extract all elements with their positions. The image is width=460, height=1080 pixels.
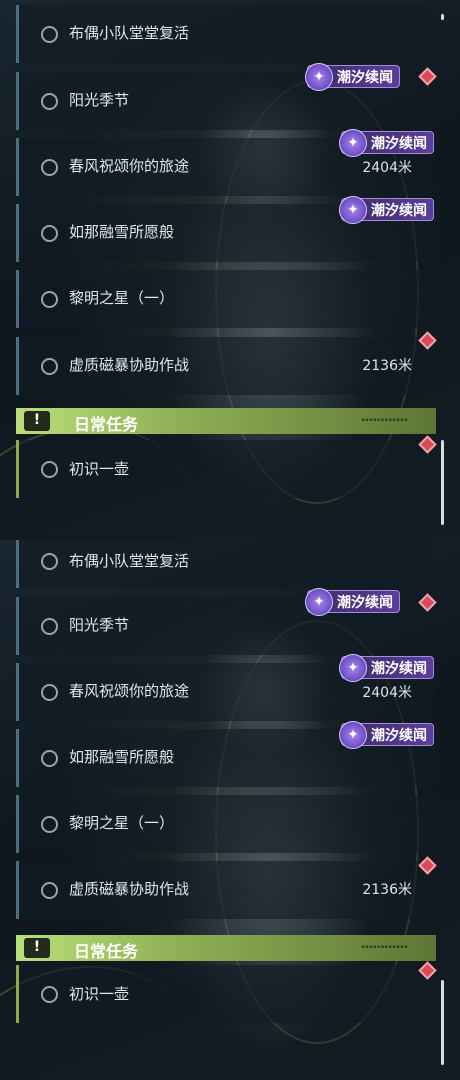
quest-title: 黎明之星（一） <box>69 289 175 307</box>
quest-title: 阳光季节 <box>69 616 130 634</box>
scrollbar-thumb[interactable] <box>441 980 444 1065</box>
badge-label: 潮汐续闻 <box>371 135 427 152</box>
exclamation-icon <box>24 411 50 431</box>
quest-title: 初识一壶 <box>69 460 130 478</box>
quest-distance: 2136米 <box>362 358 412 374</box>
quest-distance: 2404米 <box>362 685 412 701</box>
row-accent-bar <box>16 861 19 919</box>
quest-row[interactable]: 虚质磁暴协助作战 2136米 <box>16 337 436 395</box>
quest-row[interactable]: 黎明之星（一） <box>16 795 436 853</box>
scroll-track-top[interactable] <box>441 14 444 20</box>
circle-icon <box>41 816 58 833</box>
header-decoration: ▪▪▪▪▪▪▪▪▪▪▪▪ <box>361 417 408 423</box>
exclamation-icon <box>24 938 50 958</box>
circle-icon <box>41 291 58 308</box>
row-accent-bar <box>16 204 19 262</box>
quest-title: 初识一壶 <box>69 985 130 1003</box>
quest-title: 春风祝颂你的旅途 <box>69 682 190 700</box>
badge-label: 潮汐续闻 <box>371 727 427 744</box>
tidal-star-icon: ✦ <box>305 587 333 616</box>
circle-icon <box>41 684 58 701</box>
row-accent-bar <box>16 663 19 721</box>
quest-title: 布偶小队堂堂复活 <box>69 552 190 570</box>
quest-title: 虚质磁暴协助作战 <box>69 880 190 898</box>
quest-title: 布偶小队堂堂复活 <box>69 24 190 42</box>
quest-title: 春风祝颂你的旅途 <box>69 157 190 175</box>
quest-title: 阳光季节 <box>69 91 130 109</box>
quest-distance: 2404米 <box>362 160 412 176</box>
circle-icon <box>41 93 58 110</box>
quest-title: 黎明之星（一） <box>69 814 175 832</box>
event-badge: ✦ 潮汐续闻 <box>339 195 434 224</box>
row-accent-bar <box>16 72 19 130</box>
quest-title: 如那融雪所愿般 <box>69 748 175 766</box>
circle-icon <box>41 986 58 1003</box>
quest-row[interactable]: 布偶小队堂堂复活 <box>16 540 436 588</box>
quest-row[interactable]: 布偶小队堂堂复活 <box>16 5 436 63</box>
row-accent-bar <box>16 540 19 588</box>
tidal-star-icon: ✦ <box>305 62 333 91</box>
circle-icon <box>41 618 58 635</box>
daily-quest-row[interactable]: 初识一壶 <box>16 965 436 1023</box>
header-decoration: ▪▪▪▪▪▪▪▪▪▪▪▪ <box>361 944 408 950</box>
event-badge: ✦ 潮汐续闻 <box>339 128 434 157</box>
quest-title: 如那融雪所愿般 <box>69 223 175 241</box>
daily-tasks-header[interactable]: 日常任务 ▪▪▪▪▪▪▪▪▪▪▪▪ <box>16 935 436 961</box>
tidal-star-icon: ✦ <box>339 128 367 157</box>
row-accent-bar <box>16 729 19 787</box>
row-accent-bar <box>16 337 19 395</box>
row-accent-bar <box>16 270 19 328</box>
row-accent-bar <box>16 5 19 63</box>
badge-label: 潮汐续闻 <box>337 594 393 611</box>
tidal-star-icon: ✦ <box>339 720 367 749</box>
circle-icon <box>41 750 58 767</box>
circle-icon <box>41 225 58 242</box>
section-title: 日常任务 <box>74 942 139 961</box>
event-badge: ✦ 潮汐续闻 <box>305 587 400 616</box>
row-accent-bar <box>16 795 19 853</box>
quest-panel-2: 布偶小队堂堂复活 阳光季节 ✦ 潮汐续闻 春风祝颂你的旅途 2404米 ✦ 潮汐… <box>0 540 460 1080</box>
row-accent-bar <box>16 138 19 196</box>
row-accent-bar <box>16 965 19 1023</box>
quest-panel-1: 布偶小队堂堂复活 阳光季节 ✦ 潮汐续闻 春风祝颂你的旅途 2404米 ✦ 潮汐… <box>0 0 460 540</box>
event-badge: ✦ 潮汐续闻 <box>305 62 400 91</box>
quest-row[interactable]: 黎明之星（一） <box>16 270 436 328</box>
quest-distance: 2136米 <box>362 882 412 898</box>
circle-icon <box>41 461 58 478</box>
scrollbar-thumb[interactable] <box>441 440 444 525</box>
event-badge: ✦ 潮汐续闻 <box>339 653 434 682</box>
row-accent-bar <box>16 440 19 498</box>
badge-label: 潮汐续闻 <box>371 202 427 219</box>
quest-title: 虚质磁暴协助作战 <box>69 356 190 374</box>
circle-icon <box>41 553 58 570</box>
circle-icon <box>41 358 58 375</box>
badge-label: 潮汐续闻 <box>337 69 393 86</box>
circle-icon <box>41 26 58 43</box>
daily-tasks-header[interactable]: 日常任务 ▪▪▪▪▪▪▪▪▪▪▪▪ <box>16 408 436 434</box>
row-accent-bar <box>16 597 19 655</box>
quest-row[interactable]: 虚质磁暴协助作战 2136米 <box>16 861 436 919</box>
daily-quest-row[interactable]: 初识一壶 <box>16 440 436 498</box>
circle-icon <box>41 159 58 176</box>
circle-icon <box>41 882 58 899</box>
badge-label: 潮汐续闻 <box>371 660 427 677</box>
tidal-star-icon: ✦ <box>339 195 367 224</box>
section-title: 日常任务 <box>74 415 139 434</box>
event-badge: ✦ 潮汐续闻 <box>339 720 434 749</box>
tidal-star-icon: ✦ <box>339 653 367 682</box>
